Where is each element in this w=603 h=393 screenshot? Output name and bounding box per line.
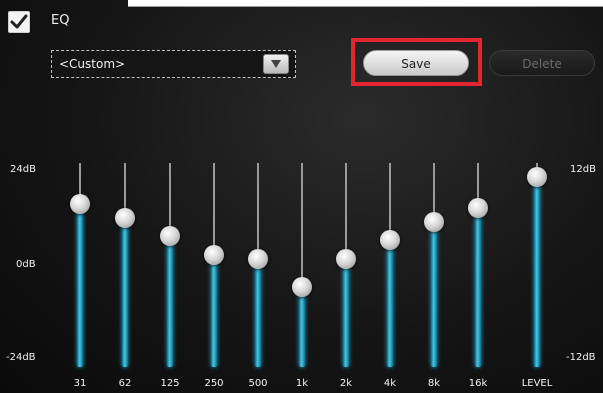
slider-knob[interactable]: [424, 212, 444, 232]
band-label: 2k: [339, 378, 353, 389]
slider-level-fill: [343, 259, 349, 367]
slider-level-fill: [255, 259, 261, 367]
top-divider: [128, 0, 603, 7]
band-label: 31: [73, 378, 87, 389]
chevron-down-icon: [271, 60, 281, 68]
slider-level-fill: [387, 240, 393, 367]
band-slider-8k[interactable]: [422, 163, 446, 367]
slider-level-fill: [475, 208, 481, 367]
preset-dropdown[interactable]: <Custom>: [51, 50, 296, 78]
slider-knob[interactable]: [380, 230, 400, 250]
level-slider[interactable]: [525, 163, 549, 367]
slider-knob[interactable]: [527, 167, 547, 187]
slider-knob[interactable]: [115, 208, 135, 228]
slider-level-fill: [122, 218, 128, 367]
slider-knob[interactable]: [204, 245, 224, 265]
band-label: 62: [118, 378, 132, 389]
scale-label-right-top: 12dB: [570, 164, 596, 175]
scale-label-left-bottom: -24dB: [6, 352, 36, 363]
band-slider-16k[interactable]: [466, 163, 490, 367]
slider-knob[interactable]: [70, 194, 90, 214]
scale-label-left-mid: 0dB: [16, 259, 36, 270]
checkmark-icon: [10, 14, 28, 29]
band-slider-250[interactable]: [202, 163, 226, 367]
dropdown-arrow-button[interactable]: [263, 54, 289, 74]
slider-level-fill: [211, 255, 217, 367]
eq-enable-checkbox[interactable]: [8, 11, 30, 33]
slider-knob[interactable]: [160, 226, 180, 246]
band-label: 4k: [383, 378, 397, 389]
band-label: 16k: [468, 378, 488, 389]
band-slider-31[interactable]: [68, 163, 92, 367]
slider-knob[interactable]: [336, 249, 356, 269]
scale-label-left-top: 24dB: [10, 164, 36, 175]
band-label: 500: [248, 378, 268, 389]
band-label: 125: [160, 378, 180, 389]
slider-knob[interactable]: [292, 277, 312, 297]
slider-knob[interactable]: [468, 198, 488, 218]
delete-button[interactable]: Delete: [489, 50, 595, 76]
slider-level-fill: [534, 177, 540, 367]
band-slider-2k[interactable]: [334, 163, 358, 367]
preset-selected-value: <Custom>: [59, 57, 126, 71]
eq-panel: EQ <Custom> Save Delete 24dB 0dB -24dB 1…: [0, 0, 603, 393]
band-slider-1k[interactable]: [290, 163, 314, 367]
slider-level-fill: [77, 204, 83, 367]
band-label: 250: [204, 378, 224, 389]
band-label: 1k: [295, 378, 309, 389]
save-button[interactable]: Save: [363, 50, 469, 76]
band-slider-500[interactable]: [246, 163, 270, 367]
slider-level-fill: [167, 236, 173, 367]
band-slider-62[interactable]: [113, 163, 137, 367]
slider-knob[interactable]: [248, 249, 268, 269]
band-label: LEVEL: [521, 378, 553, 389]
eq-label: EQ: [51, 13, 70, 28]
scale-label-right-bottom: -12dB: [566, 352, 596, 363]
band-slider-4k[interactable]: [378, 163, 402, 367]
band-label: 8k: [427, 378, 441, 389]
slider-level-fill: [299, 287, 305, 367]
band-slider-125[interactable]: [158, 163, 182, 367]
slider-level-fill: [431, 222, 437, 367]
